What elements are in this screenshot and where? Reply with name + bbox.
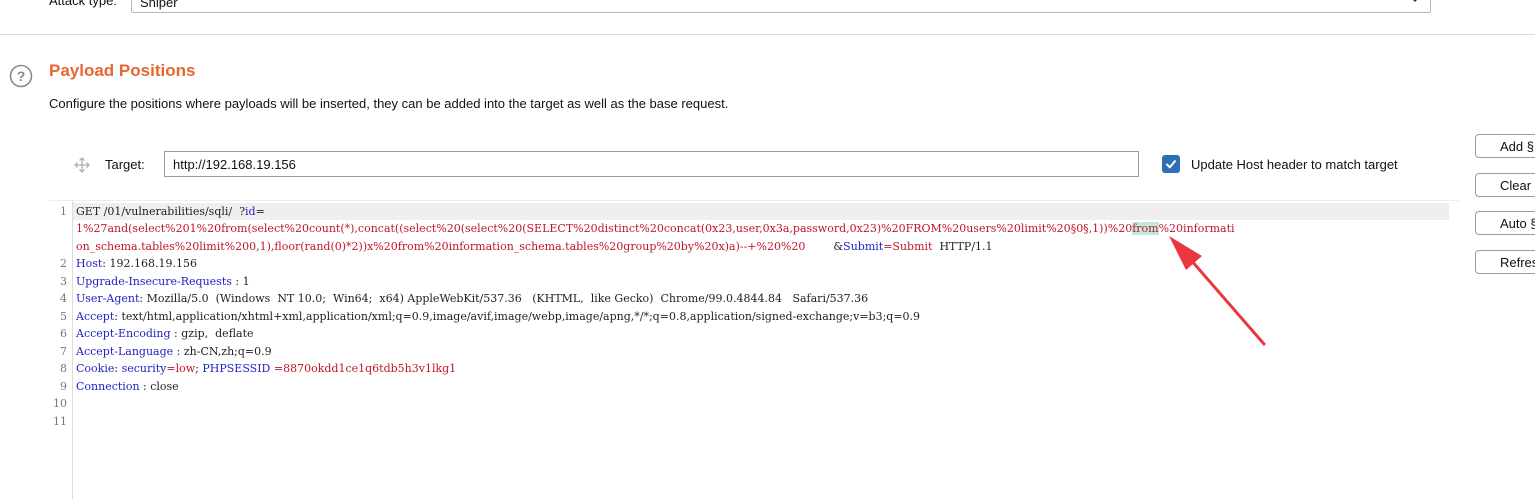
annotation-arrow (1169, 236, 1266, 346)
